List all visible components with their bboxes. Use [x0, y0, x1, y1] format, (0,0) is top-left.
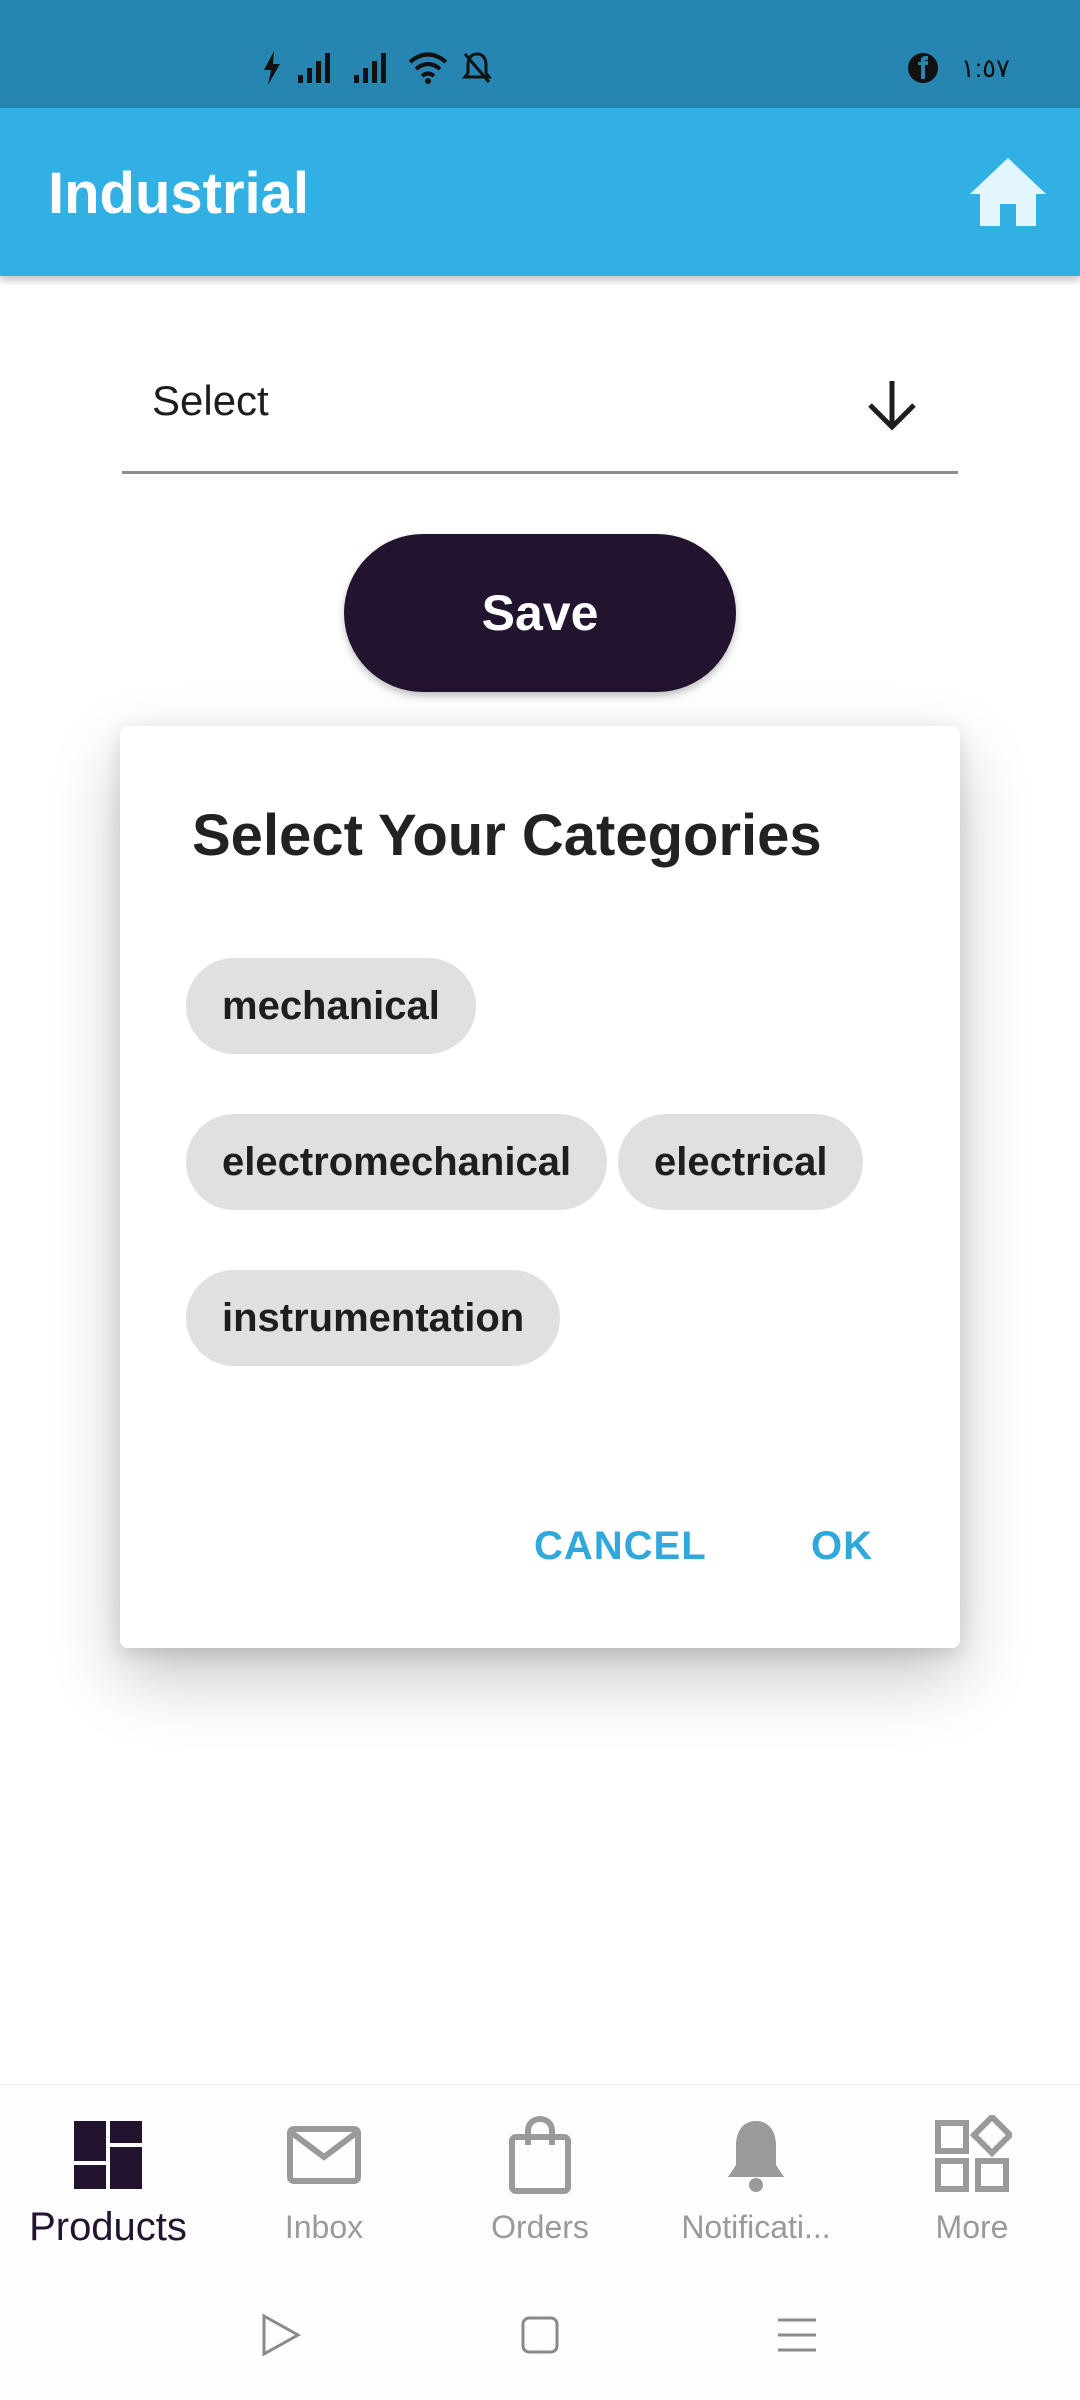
system-navigation-bar: [0, 2284, 1080, 2400]
category-dialog: Select Your Categories mechanical electr…: [120, 726, 960, 1648]
back-icon[interactable]: [256, 2310, 306, 2360]
charging-bolt-icon: [264, 51, 280, 85]
mail-icon: [287, 2126, 361, 2184]
home-square-icon[interactable]: [515, 2310, 565, 2360]
bottom-navigation: Products Inbox Orders Notificati... More: [0, 2084, 1080, 2285]
nav-label-more: More: [935, 2209, 1009, 2245]
widgets-icon: [935, 2115, 1012, 2192]
status-icons-right: ١:٥٧: [907, 48, 1010, 88]
chip-electrical[interactable]: electrical: [618, 1114, 864, 1210]
page-title: Industrial: [48, 161, 310, 226]
wifi-icon: [408, 52, 448, 84]
dashboard-icon: [74, 2121, 142, 2189]
shopping-bag-icon: [509, 2115, 571, 2194]
select-label: Select: [152, 377, 269, 424]
signal-icon: [354, 53, 386, 83]
facebook-icon: [907, 53, 938, 83]
signal-icon: [298, 53, 330, 83]
arrow-down-icon: [868, 381, 916, 431]
home-button[interactable]: [968, 154, 1048, 230]
nav-item-notifications[interactable]: Notificati...: [648, 2115, 864, 2265]
nav-label-notifications: Notificati...: [681, 2209, 831, 2245]
nav-label-orders: Orders: [491, 2209, 589, 2245]
category-select[interactable]: Select: [122, 355, 958, 474]
chip-electromechanical[interactable]: electromechanical: [186, 1114, 608, 1210]
status-time: ١:٥٧: [960, 52, 1010, 83]
app-bar: Industrial: [0, 108, 1080, 276]
chip-instrumentation[interactable]: instrumentation: [186, 1270, 561, 1366]
nav-label-products: Products: [29, 2205, 187, 2249]
bell-muted-icon: [462, 52, 492, 83]
save-button[interactable]: Save: [344, 534, 736, 692]
bell-icon: [728, 2121, 784, 2192]
dialog-title: Select Your Categories: [192, 803, 822, 868]
chip-mechanical[interactable]: mechanical: [186, 958, 476, 1054]
home-icon: [970, 158, 1046, 226]
status-bar: ١:٥٧: [0, 0, 1080, 108]
status-icons-left: [262, 48, 492, 88]
nav-item-inbox[interactable]: Inbox: [216, 2115, 432, 2265]
nav-item-more[interactable]: More: [864, 2115, 1080, 2265]
cancel-button[interactable]: CANCEL: [534, 1524, 707, 1569]
nav-item-orders[interactable]: Orders: [432, 2115, 648, 2265]
menu-icon[interactable]: [772, 2310, 822, 2360]
ok-button[interactable]: OK: [811, 1524, 873, 1569]
nav-label-inbox: Inbox: [284, 2209, 364, 2245]
nav-item-products[interactable]: Products: [0, 2115, 216, 2265]
